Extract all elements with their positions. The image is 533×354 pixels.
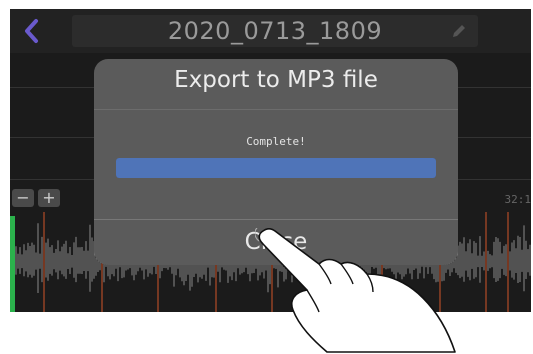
pencil-icon[interactable] — [450, 22, 468, 40]
progress-fill — [116, 158, 436, 178]
top-bar: 2020_0713_1809 — [10, 9, 531, 53]
file-name: 2020_0713_1809 — [167, 17, 383, 45]
dialog-title: Export to MP3 file — [174, 67, 378, 93]
dialog-divider — [94, 219, 458, 220]
status-text: Complete! — [246, 135, 306, 148]
file-name-field[interactable]: 2020_0713_1809 — [72, 15, 478, 47]
chevron-left-icon — [25, 19, 38, 43]
level-meter — [10, 216, 15, 312]
pointing-hand-icon — [255, 228, 456, 353]
progress-bar — [116, 158, 436, 178]
dialog-divider — [94, 109, 458, 110]
back-button[interactable] — [18, 15, 48, 47]
